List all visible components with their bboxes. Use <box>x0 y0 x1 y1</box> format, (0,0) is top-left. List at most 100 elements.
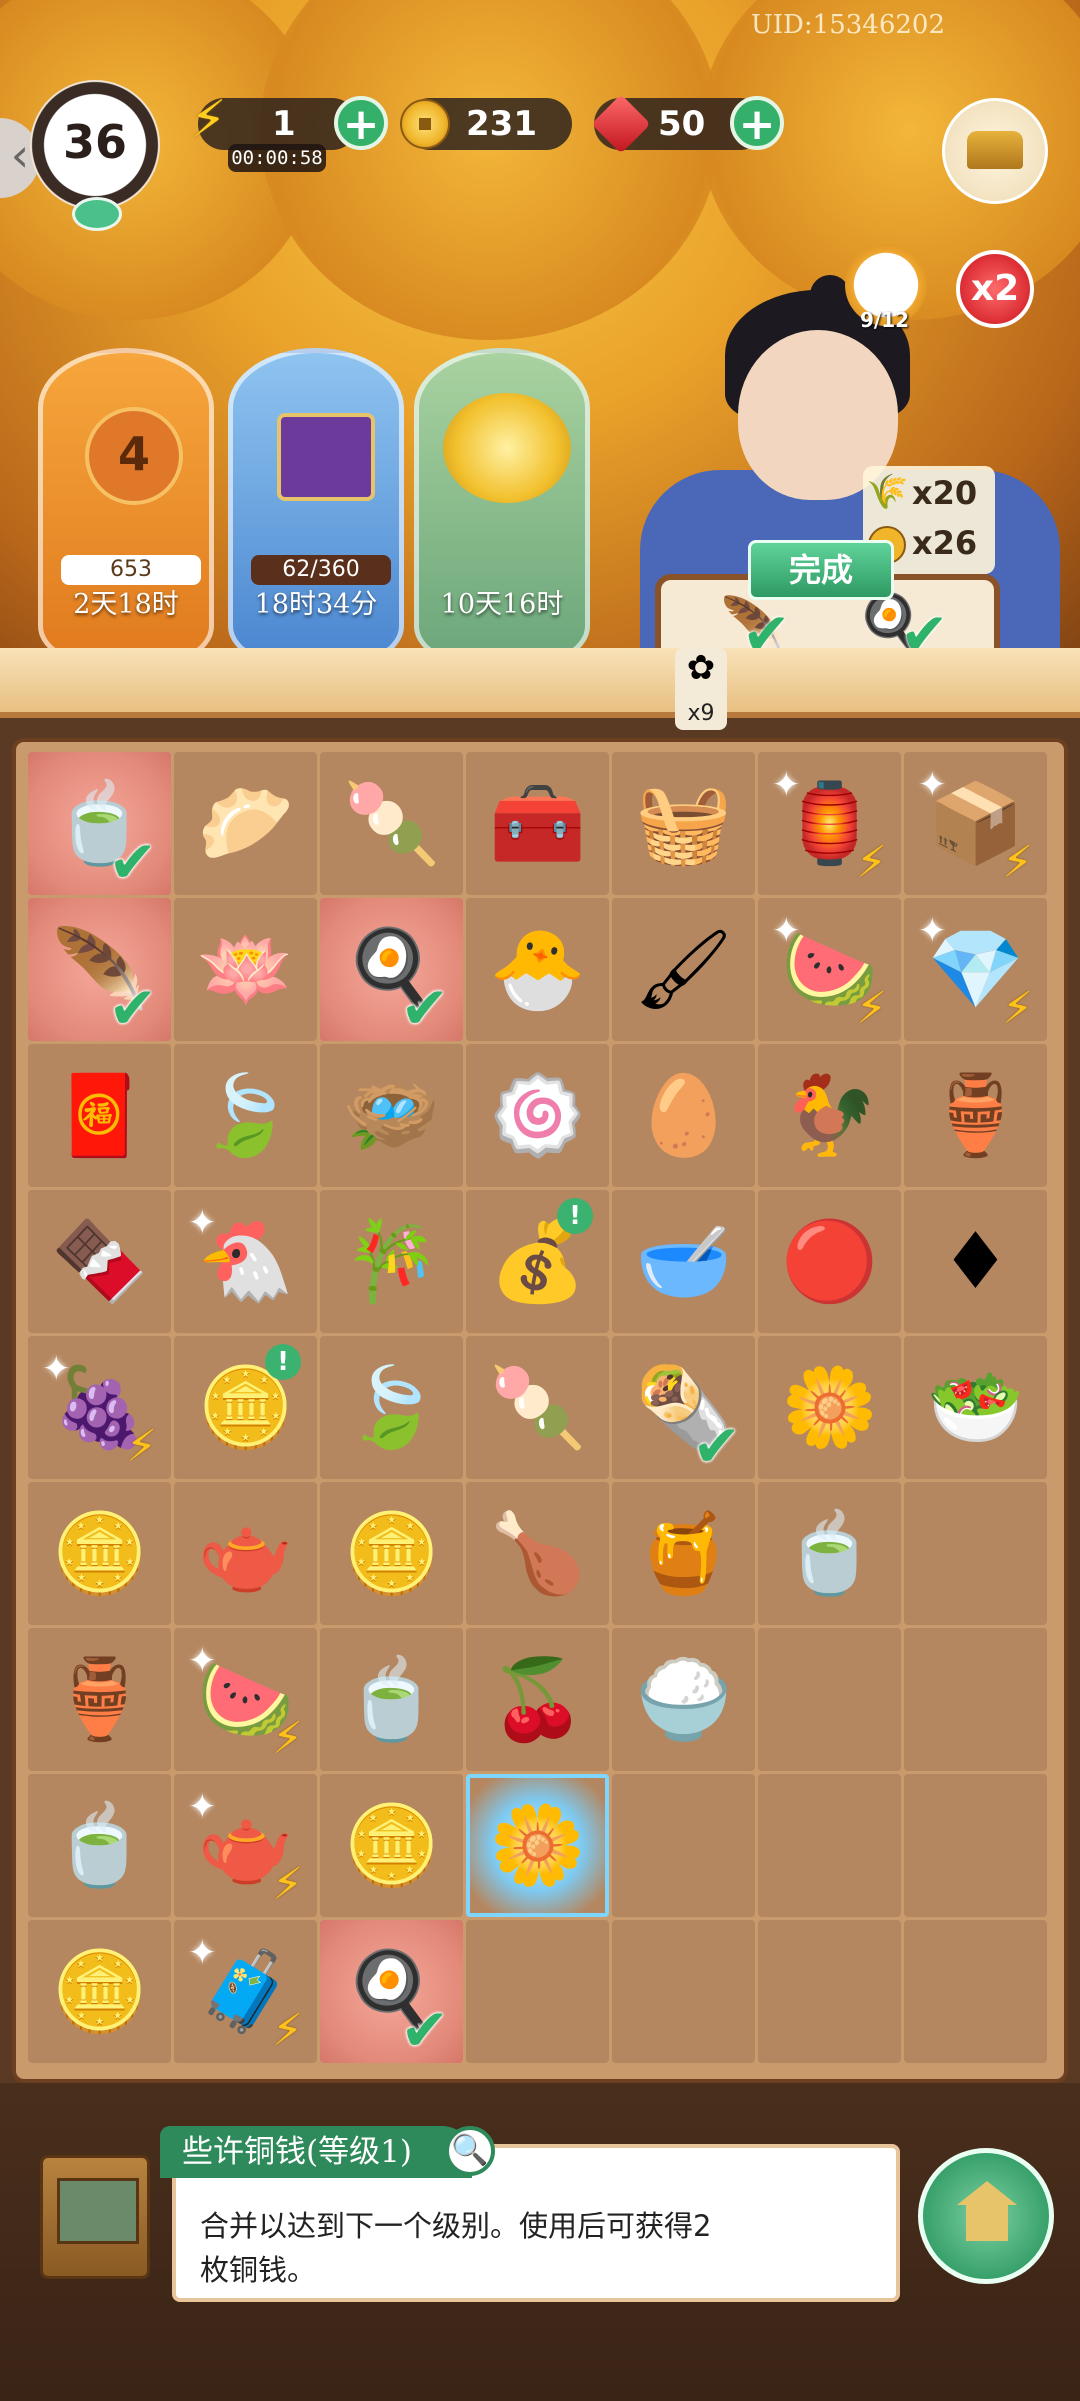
board-cell[interactable]: 🎋 <box>320 1190 463 1333</box>
board-cell[interactable]: 🍵 <box>320 1628 463 1771</box>
board-cell[interactable] <box>904 1482 1047 1625</box>
board-cell[interactable]: 🖌 <box>612 898 755 1041</box>
event-badge: 4 <box>117 427 150 481</box>
board-cell[interactable]: 🧺 <box>612 752 755 895</box>
event-card-harvest[interactable]: 4 653 2天18时 <box>38 348 214 666</box>
board-cell[interactable]: 💎 ✦ ⚡ <box>904 898 1047 1041</box>
board-cell[interactable] <box>612 1920 755 2063</box>
board-cell[interactable] <box>904 1628 1047 1771</box>
board-cell[interactable]: 🔴 <box>758 1190 901 1333</box>
board-cell[interactable] <box>758 1774 901 1917</box>
board-cell[interactable]: 🫖 ✦ ⚡ <box>174 1774 317 1917</box>
check-icon: ✔ <box>400 1996 449 2063</box>
board-cell[interactable]: 🏮 ✦ ⚡ <box>758 752 901 895</box>
tea-cup-blue-icon: 🍵 <box>50 1800 149 1891</box>
board-cell[interactable]: 🍒 <box>466 1628 609 1771</box>
board-cell[interactable]: 🪶 ✔ <box>28 898 171 1041</box>
board-cell[interactable]: 🪙 <box>28 1482 171 1625</box>
board-cell[interactable]: 🐓 <box>758 1044 901 1187</box>
board-cell[interactable]: 🍳 ✔ <box>320 898 463 1041</box>
item-info-title: 些许铜钱(等级1) <box>160 2126 472 2178</box>
board-cell[interactable]: 🍳 ✔ <box>320 1920 463 2063</box>
dumpling-soup-icon: 🥣 <box>634 1216 733 1307</box>
board-cell[interactable]: 📦 ✦ ⚡ <box>904 752 1047 895</box>
board-cell[interactable]: 🧳 ✦ ⚡ <box>174 1920 317 2063</box>
craft-basket-icon: 🧺 <box>634 778 733 869</box>
board-cell[interactable]: 🍚 <box>612 1628 755 1771</box>
board-cell[interactable]: 💰! <box>466 1190 609 1333</box>
board-cell[interactable]: 🧧 <box>28 1044 171 1187</box>
board-cell[interactable]: 🐔 ✦ <box>174 1190 317 1333</box>
player-level-badge[interactable]: 36 <box>30 80 160 210</box>
board-cell[interactable] <box>758 1920 901 2063</box>
event-timer: 18时34分 <box>254 589 378 620</box>
player-level: 36 <box>62 115 127 169</box>
board-cell[interactable]: 🪷 <box>174 898 317 1041</box>
board-cell[interactable]: 🍉 ✦ ⚡ <box>758 898 901 1041</box>
board-cell[interactable]: 🍗 <box>466 1482 609 1625</box>
sparkle-icon: ✦ <box>918 765 947 805</box>
magnifier-icon[interactable]: 🔍 <box>445 2126 495 2176</box>
board-cell[interactable]: 🍇 ✦ ⚡ <box>28 1336 171 1479</box>
pumpkin-icon: 4 <box>85 407 183 505</box>
board-cell[interactable]: 🌯 ✔ <box>612 1336 755 1479</box>
purple-compact-icon: 🪷 <box>196 924 295 1015</box>
board-cell[interactable]: 🧰 <box>466 752 609 895</box>
board-cell[interactable]: 🪙 <box>28 1920 171 2063</box>
board-cell[interactable]: 🐣 <box>466 898 609 1041</box>
board-cell[interactable]: 🏺 <box>904 1044 1047 1187</box>
board-cell[interactable]: 🍡 <box>320 752 463 895</box>
board-cell[interactable]: 🥗 <box>904 1336 1047 1479</box>
pagoda-sell-button[interactable] <box>918 2148 1054 2284</box>
board-cell[interactable]: 🪙 <box>320 1482 463 1625</box>
board-cell[interactable]: 🍃 <box>174 1044 317 1187</box>
energy-bolt-icon: ⚡ <box>272 1713 303 1764</box>
leaf-tea-bowl-icon: 🍵 <box>342 1654 441 1745</box>
board-cell[interactable] <box>758 1628 901 1771</box>
board-cell[interactable]: 🌼 <box>758 1336 901 1479</box>
board-cell[interactable]: 🍫 <box>28 1190 171 1333</box>
board-cell[interactable]: 🪙 <box>320 1774 463 1917</box>
board-cell[interactable]: 🍯 <box>612 1482 755 1625</box>
sparkle-icon: ✦ <box>188 1933 217 1973</box>
steamed-buns-icon: 🥟 <box>196 778 295 869</box>
board-cell[interactable]: 🏺 <box>28 1628 171 1771</box>
add-energy-button[interactable]: + <box>334 96 388 150</box>
board-cell[interactable]: 🍉 ✦ ⚡ <box>174 1628 317 1771</box>
add-gems-button[interactable]: + <box>730 96 784 150</box>
board-cell[interactable]: 🌼 <box>466 1774 609 1917</box>
uid-label: UID:15346202 <box>750 10 945 40</box>
sparkle-icon: ✦ <box>188 1787 217 1827</box>
silver-leaf-icon: 🍃 <box>342 1362 441 1453</box>
board-cell[interactable] <box>904 1774 1047 1917</box>
reward-wheat: x20 <box>912 474 978 512</box>
roast-chicken-bowl-icon: 🍗 <box>488 1508 587 1599</box>
board-cell[interactable]: 🪙! <box>174 1336 317 1479</box>
board-cell[interactable]: 🥣 <box>612 1190 755 1333</box>
board-cell[interactable]: 🪺 <box>320 1044 463 1187</box>
board-cell[interactable] <box>466 1920 609 2063</box>
board-cell[interactable] <box>904 1920 1047 2063</box>
double-reward-badge[interactable]: x2 <box>956 250 1034 328</box>
storage-cabinet-button[interactable] <box>40 2155 150 2279</box>
event-card-collection[interactable]: 62/360 18时34分 <box>228 348 404 666</box>
rice-porridge-icon: 🍚 <box>634 1654 733 1745</box>
shop-button[interactable] <box>942 98 1048 204</box>
complete-order-button[interactable]: 完成 <box>748 540 894 600</box>
board-cell[interactable]: 🍵 <box>758 1482 901 1625</box>
ruby-pair-icon: ♦ <box>940 1216 1011 1307</box>
board-cell[interactable]: 🍡 <box>466 1336 609 1479</box>
board-cell[interactable]: ♦ <box>904 1190 1047 1333</box>
pig-cake-icon: 🍡 <box>488 1362 587 1453</box>
merge-board: 🍵 ✔ 🥟 🍡 🧰 🧺 🏮 ✦ ⚡ 📦 ✦ ⚡ 🪶 ✔ 🪷 🍳 ✔ 🐣 🖌 🍉 ✦ ⚡ 💎 ✦ ⚡ 🧧 🍃 🪺 🍥 🥚 🐓 🏺 🍫 🐔 ✦ 🎋 💰! 🥣 🔴… <box>28 752 1050 2063</box>
board-cell[interactable]: 🍵 <box>28 1774 171 1917</box>
board-cell[interactable] <box>612 1774 755 1917</box>
board-cell[interactable]: 🥚 <box>612 1044 755 1187</box>
board-cell[interactable]: 🍥 <box>466 1044 609 1187</box>
event-card-chrysanthemum[interactable]: 10天16时 <box>414 348 590 666</box>
board-cell[interactable]: 🍃 <box>320 1336 463 1479</box>
board-cell[interactable]: 🍵 ✔ <box>28 752 171 895</box>
event-timer: 2天18时 <box>73 589 179 620</box>
board-cell[interactable]: 🫖 <box>174 1482 317 1625</box>
board-cell[interactable]: 🥟 <box>174 752 317 895</box>
